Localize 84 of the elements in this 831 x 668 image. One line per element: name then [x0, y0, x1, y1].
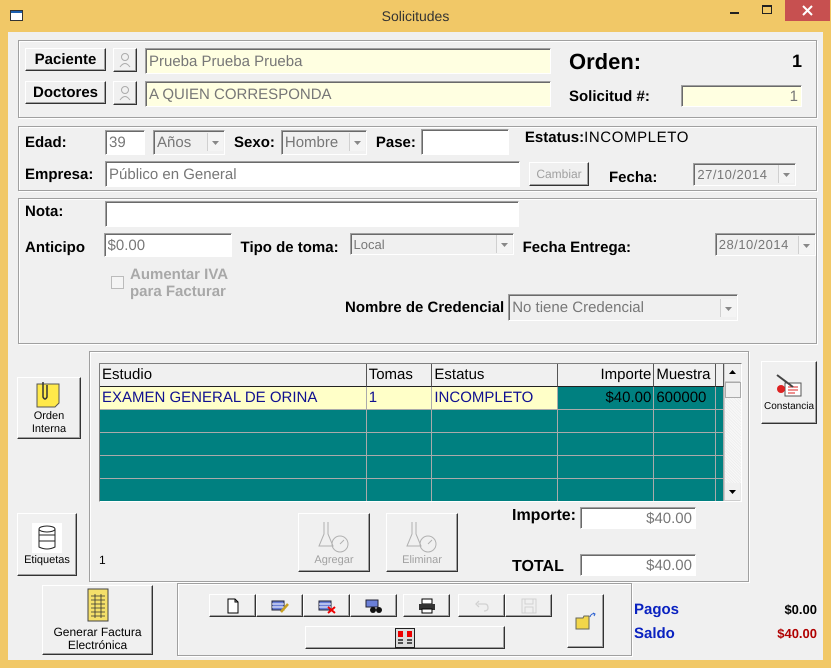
calculator-icon	[395, 628, 415, 648]
table-cell: $40.00	[558, 387, 654, 410]
sample-type-label: Tipo de toma:	[240, 239, 340, 256]
column-header[interactable]	[716, 364, 724, 387]
payments-amount: $0.00	[784, 602, 817, 617]
internal-order-button[interactable]: Orden Interna	[17, 377, 81, 439]
date-picker[interactable]: 27/10/2014	[693, 162, 796, 186]
age-field[interactable]: 39	[105, 130, 145, 154]
record-count: 1	[99, 553, 107, 567]
label-roll-icon	[32, 522, 62, 552]
table-cell: EXAMEN GENERAL DE ORINA	[100, 387, 367, 410]
table-cell	[654, 433, 716, 456]
order-label: Orden:	[569, 49, 642, 75]
vat-checkbox-label: Aumentar IVA para Facturar	[130, 266, 229, 300]
patient-name-field[interactable]: Prueba Prueba Prueba	[145, 48, 551, 74]
open-folder-button[interactable]	[567, 594, 604, 648]
scroll-up-icon[interactable]	[725, 364, 740, 382]
age-unit-dropdown[interactable]: Años	[153, 130, 225, 154]
person-search-icon	[118, 52, 132, 68]
window-icon	[10, 10, 24, 22]
credential-dropdown[interactable]: No tiene Credencial	[508, 294, 738, 321]
scroll-down-icon[interactable]	[725, 483, 740, 501]
table-cell	[654, 456, 716, 479]
print-button[interactable]	[403, 594, 450, 617]
folder-icon	[574, 612, 596, 630]
age-label: Edad:	[25, 134, 68, 150]
edit-button[interactable]	[256, 594, 303, 617]
date-label: Fecha:	[609, 168, 658, 186]
printer-icon	[418, 598, 436, 614]
table-cell	[366, 456, 432, 479]
table-cell	[654, 410, 716, 433]
person-search-icon	[118, 85, 132, 101]
new-button[interactable]	[209, 594, 256, 617]
note-label: Nota:	[25, 203, 64, 220]
delete-button[interactable]	[303, 594, 350, 617]
labels-button[interactable]: Etiquetas	[17, 513, 77, 576]
amount-field[interactable]: $40.00	[580, 507, 696, 529]
status-label: Estatus:	[524, 129, 584, 146]
request-number-field[interactable]: 1	[681, 85, 802, 107]
total-field[interactable]: $40.00	[580, 554, 696, 576]
patient-button[interactable]: Paciente	[25, 48, 106, 71]
undo-icon	[472, 598, 490, 614]
binoculars-icon	[364, 598, 382, 614]
credential-label: Nombre de Credencial	[345, 299, 504, 316]
doctor-name-field[interactable]: A QUIEN CORRESPONDA	[145, 81, 551, 107]
payments-label: Pagos	[634, 601, 680, 618]
close-button[interactable]	[785, 0, 830, 21]
company-label: Empresa:	[25, 166, 94, 182]
pass-label: Pase:	[376, 134, 416, 150]
table-cell: 600000	[654, 387, 716, 410]
delivery-date-label: Fecha Entrega:	[522, 239, 632, 256]
sex-label: Sexo:	[234, 134, 275, 150]
advance-label: Anticipo	[25, 239, 86, 256]
table-cell: INCOMPLETO	[432, 387, 558, 410]
edit-record-icon	[270, 598, 288, 614]
sample-type-dropdown[interactable]: Local	[350, 233, 514, 255]
scroll-thumb[interactable]	[725, 382, 741, 398]
request-number-label: Solicitud #:	[569, 88, 650, 104]
invoice-icon	[86, 588, 108, 622]
company-field[interactable]: Público en General	[105, 161, 520, 187]
column-header[interactable]: Importe	[558, 364, 654, 387]
order-number: 1	[792, 51, 802, 72]
balance-label: Saldo	[634, 625, 675, 642]
table-cell	[366, 433, 432, 456]
delivery-date-picker[interactable]: 28/10/2014	[714, 233, 816, 256]
pass-field[interactable]	[420, 129, 509, 155]
table-cell	[366, 410, 432, 433]
window-title: Solicitudes	[382, 8, 450, 24]
table-row[interactable]: EXAMEN GENERAL DE ORINA 1 INCOMPLETO $40.00 600000	[100, 387, 724, 410]
doctors-button[interactable]: Doctores	[25, 81, 106, 104]
status-value: INCOMPLETO	[584, 129, 689, 146]
calculator-button[interactable]	[305, 626, 505, 649]
advance-field[interactable]: $0.00	[104, 233, 232, 257]
note-field[interactable]	[105, 201, 519, 227]
delete-record-icon	[318, 598, 336, 614]
balance-amount: $40.00	[777, 626, 817, 641]
amount-label: Importe:	[512, 507, 577, 525]
sex-dropdown[interactable]: Hombre	[280, 130, 367, 154]
total-label: TOTAL	[512, 558, 565, 576]
find-button[interactable]	[350, 594, 397, 617]
vertical-scrollbar[interactable]	[724, 364, 741, 501]
table-cell: 1	[366, 387, 432, 410]
generate-invoice-button[interactable]: Generar Factura Electrónica	[42, 585, 153, 655]
certificate-button[interactable]: Constancia	[761, 361, 817, 424]
